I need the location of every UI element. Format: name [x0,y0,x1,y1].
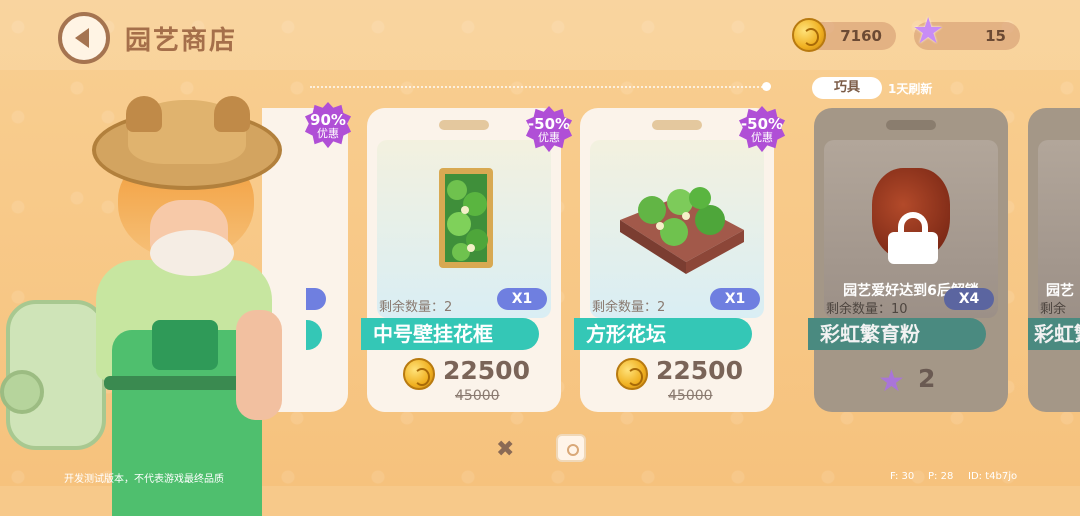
star-price-icon: ★ [878,364,905,399]
shop-card-partial-right[interactable]: 园艺 剩余 彩虹繁 [1028,108,1080,412]
original-price: 45000 [668,388,713,404]
ear-right [214,96,250,132]
session-id: ID: t4b7jo [968,471,1018,482]
discount-label: 优惠 [538,130,560,144]
remaining-count: 剩余 [1040,302,1067,317]
arm [236,310,282,420]
item-price: 2 [918,364,936,393]
tools-icon[interactable]: ✖ [496,437,524,462]
remaining-count: 剩余数量：2 [379,300,453,315]
watering-can-spout [0,370,44,414]
unlock-requirement: 园艺 [1046,283,1074,299]
coin-count: 7160 [840,27,882,45]
remaining-count: 剩余数量：10 [826,302,908,317]
storage-box-button[interactable] [556,434,586,462]
card-clip [652,120,702,130]
back-arrow-icon [75,28,89,48]
name-bar [306,320,322,350]
qty-badge [306,288,326,310]
lock-icon [888,212,938,264]
qty-badge: X1 [710,288,760,310]
item-name: 中号壁挂花框 [361,318,539,350]
item-name: 方形花坛 [574,318,752,350]
item-name: 彩虹繁育粉 [808,318,986,350]
overalls-pocket [152,320,218,370]
shop-card-square-bed[interactable]: -50% 优惠 剩余数量：2 X1 方形花坛 22500 45000 [574,106,786,412]
ping-counter: P: 28 [928,471,954,482]
shop-card-wall-planter[interactable]: -50% 优惠 剩余数量：2 X1 中号壁挂花框 22500 45000 [361,106,573,412]
discount-percent: -50% [527,114,571,133]
qty-badge: X1 [497,288,547,310]
card-clip [439,120,489,130]
beard [150,230,234,276]
star-icon: ★ [912,11,945,52]
star-count: 15 [985,27,1006,45]
ear-left [126,96,162,132]
remaining-count: 剩余数量：2 [592,300,666,315]
card-clip [886,120,936,130]
rail-dot [762,82,771,91]
fps-counter: F: 30 [890,471,915,482]
discount-percent: -50% [740,114,784,133]
discount-percent: 90% [310,110,346,129]
build-disclaimer: 开发测试版本，不代表游戏最终品质 [64,474,224,485]
refresh-timer: 1天刷新 [888,82,933,96]
item-name: 彩虹繁 [1028,318,1080,350]
discount-label: 优惠 [317,126,339,140]
price-coin-icon [403,358,435,390]
item-price: 22500 [656,356,743,385]
page-title: 园艺商店 [125,26,238,56]
item-price: 22500 [443,356,530,385]
back-button[interactable] [58,12,110,64]
progress-rail [310,86,770,89]
category-tab[interactable]: 巧具 [812,77,882,99]
qty-badge: X4 [944,288,994,310]
price-coin-icon [616,358,648,390]
shop-card-rainbow-powder[interactable]: 园艺爱好达到6后解锁 剩余数量：10 X4 彩虹繁育粉 ★ 2 [808,108,1008,412]
coin-icon [792,18,826,52]
discount-label: 优惠 [751,130,773,144]
original-price: 45000 [455,388,500,404]
